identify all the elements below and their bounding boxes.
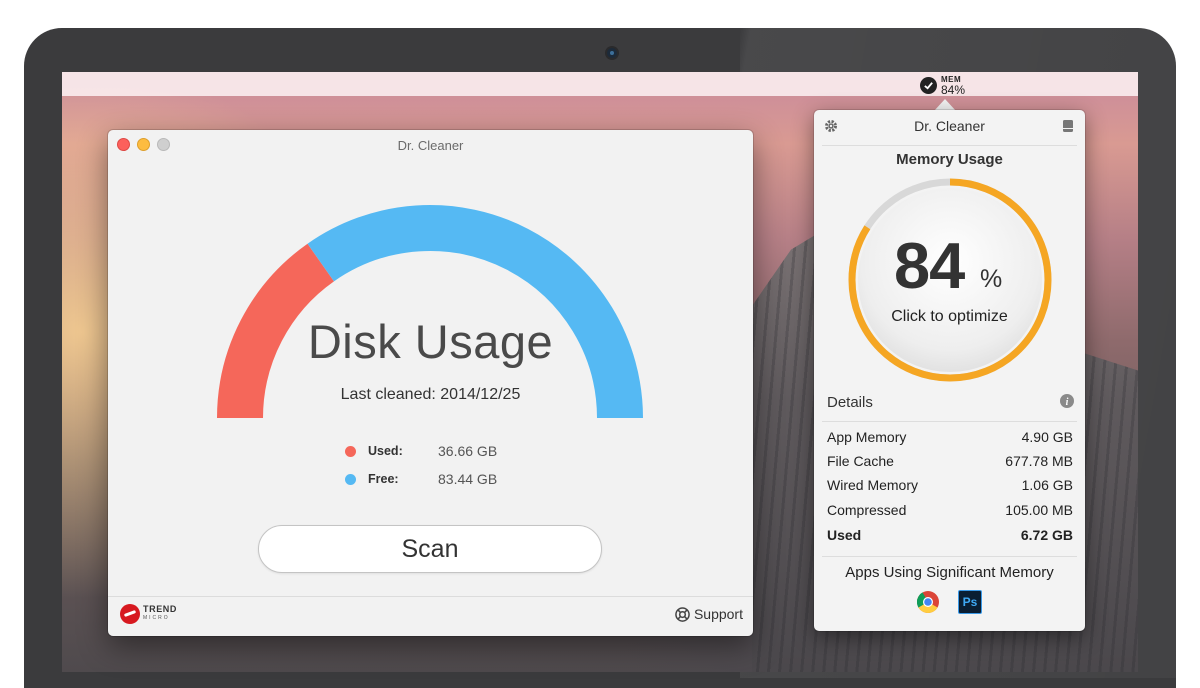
memory-popover: Dr. Cleaner Memory Usage 84 % Click to o… <box>814 110 1085 631</box>
support-label: Support <box>693 606 743 622</box>
detail-label: Used <box>827 527 862 543</box>
percent-sign: % <box>980 265 1003 293</box>
detail-label: File Cache <box>827 453 894 469</box>
used-value: 36.66 GB <box>438 443 498 459</box>
disk-usage-heading: Disk Usage <box>307 315 554 368</box>
legend-used: Used: 36.66 GB <box>345 441 497 461</box>
last-cleaned-text: Last cleaned: 2014/12/25 <box>340 386 521 403</box>
menu-bar <box>62 72 1138 96</box>
detail-row-file-cache: File Cache 677.78 MB <box>827 453 1073 469</box>
chrome-icon[interactable] <box>916 590 940 614</box>
support-link[interactable]: Support <box>675 606 743 622</box>
memory-usage-heading: Memory Usage <box>896 151 1003 168</box>
used-label: Used: <box>368 444 403 458</box>
trend-micro-icon <box>120 604 140 624</box>
detail-row-compressed: Compressed 105.00 MB <box>827 502 1073 518</box>
popover-title: Dr. Cleaner <box>914 118 985 134</box>
detail-label: Wired Memory <box>827 477 919 493</box>
detail-value: 1.06 GB <box>1021 477 1073 493</box>
mem-value: 84% <box>941 83 966 97</box>
memory-percent: 84 <box>894 229 965 302</box>
detail-row-app-memory: App Memory 4.90 GB <box>827 429 1073 445</box>
detail-value: 105.00 MB <box>1005 502 1073 518</box>
detail-label: Compressed <box>827 502 907 518</box>
details-divider <box>822 421 1077 422</box>
scan-button[interactable]: Scan <box>258 525 602 573</box>
info-icon[interactable]: i <box>1060 394 1074 408</box>
svg-text:i: i <box>1066 397 1069 408</box>
legend-free: Free: 83.44 GB <box>345 469 497 489</box>
disk-drive-icon[interactable] <box>1061 119 1075 133</box>
detail-row-wired-memory: Wired Memory 1.06 GB <box>827 477 1073 493</box>
camera-icon <box>607 48 617 58</box>
free-label: Free: <box>368 472 399 486</box>
trend-micro-logo: TREND MICRO <box>120 604 177 624</box>
menubar-mem-indicator[interactable]: MEM 84% <box>920 74 965 96</box>
footer-divider <box>108 596 753 597</box>
free-dot-icon <box>345 473 356 485</box>
detail-value: 677.78 MB <box>1005 453 1073 469</box>
free-value: 83.44 GB <box>438 471 498 487</box>
disk-usage-window: Dr. Cleaner Disk Usage Last cleaned: 201… <box>108 130 753 636</box>
brand-bottom: MICRO <box>143 615 170 621</box>
photoshop-icon[interactable]: Ps <box>958 590 982 614</box>
optimize-button[interactable]: Click to optimize <box>814 308 1085 326</box>
popover-divider <box>822 145 1077 146</box>
detail-label: App Memory <box>827 429 907 445</box>
detail-value: 6.72 GB <box>1020 527 1073 543</box>
apps-divider <box>822 556 1077 557</box>
detail-row-used: Used 6.72 GB <box>827 527 1073 543</box>
used-dot-icon <box>345 445 356 457</box>
dr-cleaner-logo-icon <box>920 76 937 94</box>
details-heading: Details <box>827 394 873 411</box>
detail-value: 4.90 GB <box>1021 429 1073 445</box>
apps-heading: Apps Using Significant Memory <box>845 564 1054 581</box>
lifebuoy-icon <box>675 606 690 622</box>
brand-top: TREND <box>143 604 177 614</box>
